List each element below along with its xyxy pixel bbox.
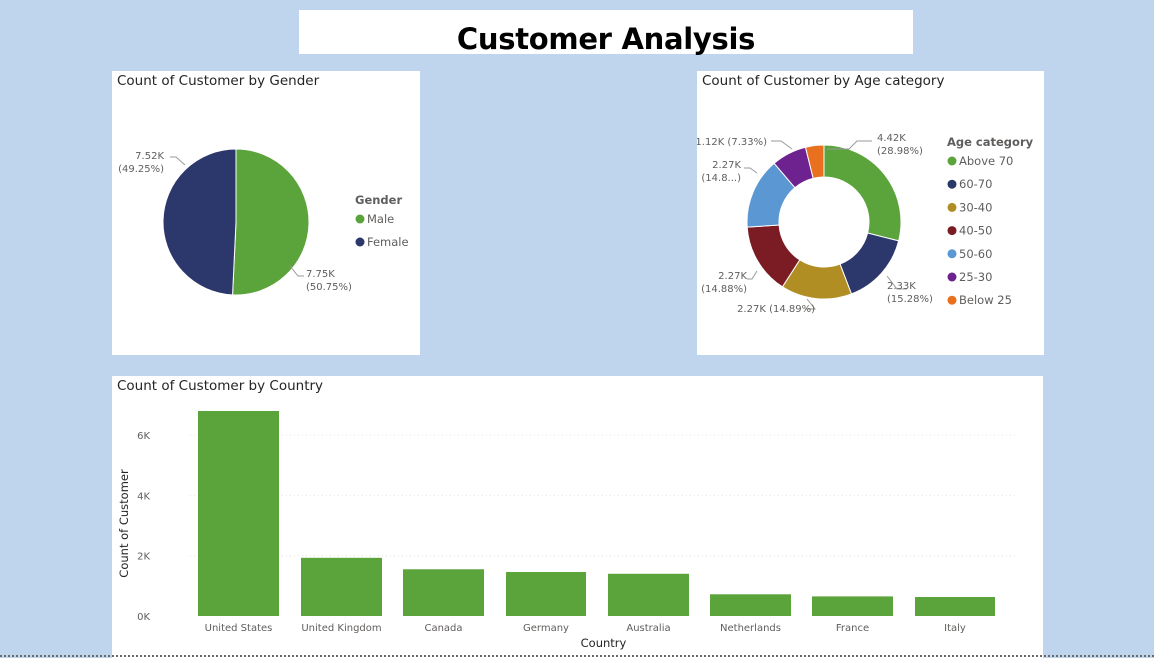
country-chart-card[interactable]: Count of Customer by Country 0K 2K 4K 6K Uni… [112,376,1043,658]
y-tick-label-6000: 6K [137,431,150,442]
data-label-value-60-70: 2.33K [887,281,916,292]
bar-united-kingdom[interactable] [301,557,382,616]
legend-title: Gender [355,193,402,207]
data-label-value-40-50: 2.27K [718,271,747,282]
gender-pie-chart[interactable]: 7.75K (50.75%) 7.52K (49.25%) Gender Male Fema… [112,71,420,355]
legend-marker-50-60 [947,249,957,259]
data-label-leader-female [170,156,186,166]
age-donut-chart[interactable]: 4.42K (28.98%) 2.33K (15.28%) 2.27K (14.89%)… [697,71,1044,355]
bar-canada[interactable] [403,569,484,616]
gender-chart-card[interactable]: Count of Customer by Gender 7.75K (50.75%… [112,71,420,355]
legend-label-male: Male [367,212,394,226]
x-tick-label-germany: Germany [523,623,569,634]
legend-marker-female [355,237,365,247]
bar-australia[interactable] [608,573,689,616]
donut-slice-above-70[interactable] [823,144,902,242]
age-chart-card[interactable]: Count of Customer by Age category 4.42K(… [697,71,1044,355]
dashboard-title-box: Customer Analysis [299,10,913,56]
data-label-pct-above-70: (28.98%) [877,146,923,157]
data-label-pct-male: (50.75%) [306,282,352,293]
legend-marker-40-50 [947,226,957,236]
legend-marker-60-70 [947,179,957,189]
data-label-pct-40-50: (14.88%) [701,284,747,295]
legend-label-40-50: 40-50 [959,224,992,238]
y-tick-label-4000: 4K [137,491,150,502]
x-tick-label-australia: Australia [626,623,670,634]
legend-label-above-70: Above 70 [959,154,1013,168]
legend-marker-above-70 [947,156,957,166]
legend-label-below-25: Below 25 [959,293,1012,307]
bar-italy[interactable] [915,597,995,616]
data-label-leader-50-60 [744,167,758,174]
data-label-value-male: 7.75K [306,269,335,280]
legend-label-30-40: 30-40 [959,200,992,214]
data-label-pct-female: (49.25%) [118,164,164,175]
data-label-pct-60-70: (15.28%) [887,294,933,305]
legend-marker-male [355,214,365,224]
data-label-pct-50-60: (14.8...) [701,173,741,184]
bar-france[interactable] [812,596,893,616]
legend-label-25-30: 25-30 [959,270,992,284]
dashboard-title: Customer Analysis [456,22,756,56]
data-label-value-above-70: 4.42K [877,133,906,144]
country-bar-chart[interactable]: 0K 2K 4K 6K United States United Kingdom Canad… [112,376,1043,658]
y-tick-label-2000: 2K [137,552,150,563]
legend-marker-25-30 [947,272,957,282]
x-tick-label-italy: Italy [944,623,966,634]
bar-netherlands[interactable] [710,594,791,616]
legend-marker-30-40 [947,202,957,212]
x-tick-label-canada: Canada [424,623,462,634]
pie-slice-male[interactable] [232,148,310,296]
y-tick-label-0: 0K [137,612,150,623]
data-label-25-30: 1.12K (7.33%) [697,137,767,148]
legend-label-60-70: 60-70 [959,177,992,191]
data-label-30-40: 2.27K (14.89%) [737,304,815,315]
y-axis-title: Count of Customer [117,469,131,578]
x-tick-label-netherlands: Netherlands [720,623,781,634]
x-axis-title: Country [581,636,627,650]
legend-label-female: Female [367,235,409,249]
bar-united-states[interactable] [198,411,279,616]
pie-slice-female[interactable] [162,148,237,296]
page-bottom-border [0,655,1154,657]
bar-germany[interactable] [506,571,586,616]
data-label-leader-40-50 [747,270,758,280]
x-tick-label-united-states: United States [205,623,273,634]
x-tick-label-france: France [836,623,869,634]
data-label-leader-25-30 [771,140,793,150]
legend-marker-below-25 [947,295,957,305]
x-tick-label-united-kingdom: United Kingdom [301,623,381,634]
legend-label-50-60: 50-60 [959,247,992,261]
data-label-value-female: 7.52K [135,151,164,162]
legend-title: Age category [947,135,1034,149]
data-label-value-50-60: 2.27K [712,160,741,171]
